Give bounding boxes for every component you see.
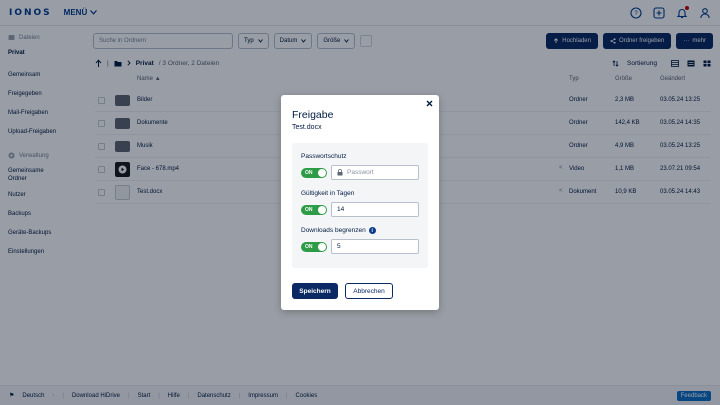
- password-placeholder: Passwort: [347, 169, 374, 176]
- validity-toggle[interactable]: ON: [301, 205, 327, 215]
- validity-label: Gültigkeit in Tagen: [301, 190, 355, 197]
- toggle-on-label: ON: [305, 207, 313, 213]
- password-input[interactable]: Passwort: [331, 165, 419, 180]
- dialog-title: Freigabe: [292, 109, 334, 121]
- downloads-limit-label: Downloads begrenzen i: [301, 227, 376, 234]
- toggle-on-label: ON: [305, 244, 313, 250]
- downloads-limit-input[interactable]: 5: [331, 239, 419, 254]
- password-label: Passwortschutz: [301, 153, 347, 160]
- downloads-limit-value: 5: [337, 243, 341, 250]
- info-icon[interactable]: i: [368, 227, 376, 234]
- downloads-limit-text: Downloads begrenzen: [301, 227, 366, 234]
- toggle-knob: [318, 243, 326, 251]
- close-icon[interactable]: [424, 98, 434, 108]
- toggle-knob: [318, 169, 326, 177]
- lock-icon: [337, 169, 343, 176]
- share-dialog: Freigabe Test.docx Passwortschutz ON Pas…: [281, 95, 439, 310]
- downloads-toggle[interactable]: ON: [301, 242, 327, 252]
- password-toggle[interactable]: ON: [301, 168, 327, 178]
- save-button[interactable]: Speichern: [292, 283, 338, 299]
- toggle-knob: [318, 206, 326, 214]
- cancel-button[interactable]: Abbrechen: [345, 283, 393, 299]
- dialog-filename: Test.docx: [292, 124, 322, 131]
- toggle-on-label: ON: [305, 170, 313, 176]
- validity-days-value: 14: [337, 206, 345, 213]
- share-settings-panel: Passwortschutz ON Passwort Gültigkeit in…: [292, 143, 428, 268]
- validity-days-input[interactable]: 14: [331, 202, 419, 217]
